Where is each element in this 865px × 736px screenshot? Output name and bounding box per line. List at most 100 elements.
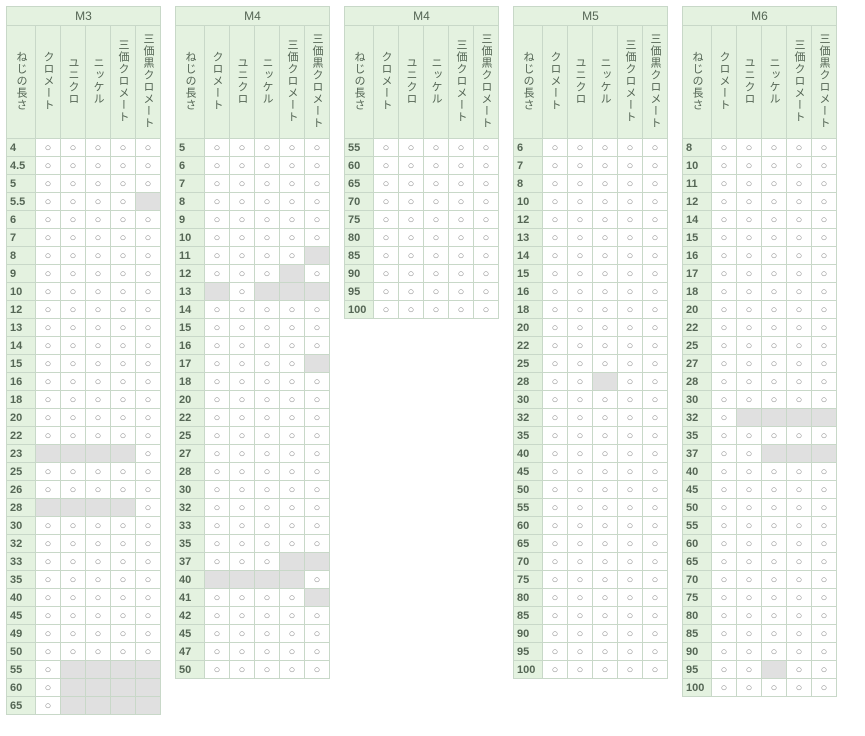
available-cell: ○: [61, 283, 86, 301]
available-cell: ○: [568, 409, 593, 427]
row-length: 13: [7, 319, 36, 337]
unavailable-cell: [111, 661, 136, 679]
available-cell: ○: [255, 589, 280, 607]
available-cell: ○: [812, 463, 837, 481]
available-cell: ○: [280, 409, 305, 427]
available-cell: ○: [762, 175, 787, 193]
unavailable-cell: [205, 571, 230, 589]
row-length: 32: [7, 535, 36, 553]
table-row: 20○○○○○: [514, 319, 668, 337]
available-cell: ○: [36, 337, 61, 355]
row-length: 60: [683, 535, 712, 553]
available-cell: ○: [205, 211, 230, 229]
available-cell: ○: [61, 643, 86, 661]
available-cell: ○: [593, 193, 618, 211]
table-row: 20○○○○○: [683, 301, 837, 319]
available-cell: ○: [449, 193, 474, 211]
table-row: 85○○○○○: [345, 247, 499, 265]
available-cell: ○: [36, 175, 61, 193]
column-header: ねじの長さ: [683, 26, 712, 139]
available-cell: ○: [280, 211, 305, 229]
available-cell: ○: [280, 445, 305, 463]
row-length: 8: [176, 193, 205, 211]
available-cell: ○: [205, 337, 230, 355]
table-row: 42○○○○○: [176, 607, 330, 625]
available-cell: ○: [643, 301, 668, 319]
available-cell: ○: [305, 211, 330, 229]
available-cell: ○: [543, 571, 568, 589]
table-row: 30○○○○○: [7, 517, 161, 535]
table-row: 10○○○○○: [683, 157, 837, 175]
available-cell: ○: [305, 409, 330, 427]
available-cell: ○: [618, 139, 643, 157]
available-cell: ○: [787, 319, 812, 337]
available-cell: ○: [543, 481, 568, 499]
available-cell: ○: [86, 409, 111, 427]
available-cell: ○: [812, 337, 837, 355]
row-length: 70: [345, 193, 374, 211]
available-cell: ○: [643, 157, 668, 175]
table-row: 11○○○○○: [683, 175, 837, 193]
available-cell: ○: [205, 265, 230, 283]
available-cell: ○: [136, 427, 161, 445]
available-cell: ○: [255, 355, 280, 373]
available-cell: ○: [374, 247, 399, 265]
available-cell: ○: [61, 337, 86, 355]
table-row: 16○○○○○: [7, 373, 161, 391]
available-cell: ○: [205, 139, 230, 157]
available-cell: ○: [136, 571, 161, 589]
available-cell: ○: [643, 391, 668, 409]
row-length: 8: [683, 139, 712, 157]
table-row: 60○○○○○: [345, 157, 499, 175]
available-cell: ○: [280, 157, 305, 175]
available-cell: ○: [61, 571, 86, 589]
available-cell: ○: [543, 175, 568, 193]
available-cell: ○: [593, 661, 618, 679]
available-cell: ○: [643, 499, 668, 517]
available-cell: ○: [36, 409, 61, 427]
row-length: 6: [7, 211, 36, 229]
row-length: 5: [7, 175, 36, 193]
available-cell: ○: [568, 643, 593, 661]
available-cell: ○: [568, 535, 593, 553]
column-header: ニッケル: [593, 26, 618, 139]
available-cell: ○: [86, 319, 111, 337]
available-cell: ○: [543, 247, 568, 265]
row-length: 16: [514, 283, 543, 301]
row-length: 8: [514, 175, 543, 193]
unavailable-cell: [230, 571, 255, 589]
table-row: 6○○○○○: [7, 211, 161, 229]
available-cell: ○: [374, 175, 399, 193]
available-cell: ○: [543, 607, 568, 625]
available-cell: ○: [374, 193, 399, 211]
available-cell: ○: [255, 625, 280, 643]
available-cell: ○: [449, 229, 474, 247]
available-cell: ○: [737, 175, 762, 193]
available-cell: ○: [712, 139, 737, 157]
table-row: 40○○○○○: [7, 589, 161, 607]
available-cell: ○: [86, 373, 111, 391]
available-cell: ○: [762, 625, 787, 643]
row-length: 35: [514, 427, 543, 445]
column-header: 三価クロメート: [787, 26, 812, 139]
available-cell: ○: [737, 427, 762, 445]
row-length: 22: [683, 319, 712, 337]
available-cell: ○: [643, 355, 668, 373]
available-cell: ○: [111, 463, 136, 481]
table-row: 18○○○○○: [514, 301, 668, 319]
available-cell: ○: [136, 391, 161, 409]
available-cell: ○: [812, 229, 837, 247]
available-cell: ○: [36, 283, 61, 301]
available-cell: ○: [111, 409, 136, 427]
available-cell: ○: [543, 373, 568, 391]
available-cell: ○: [737, 301, 762, 319]
available-cell: ○: [618, 481, 643, 499]
row-length: 10: [683, 157, 712, 175]
table-row: 22○○○○○: [176, 409, 330, 427]
table-row: 80○○○○○: [514, 589, 668, 607]
available-cell: ○: [787, 211, 812, 229]
available-cell: ○: [399, 283, 424, 301]
available-cell: ○: [205, 481, 230, 499]
row-length: 95: [514, 643, 543, 661]
table-row: 22○○○○○: [514, 337, 668, 355]
